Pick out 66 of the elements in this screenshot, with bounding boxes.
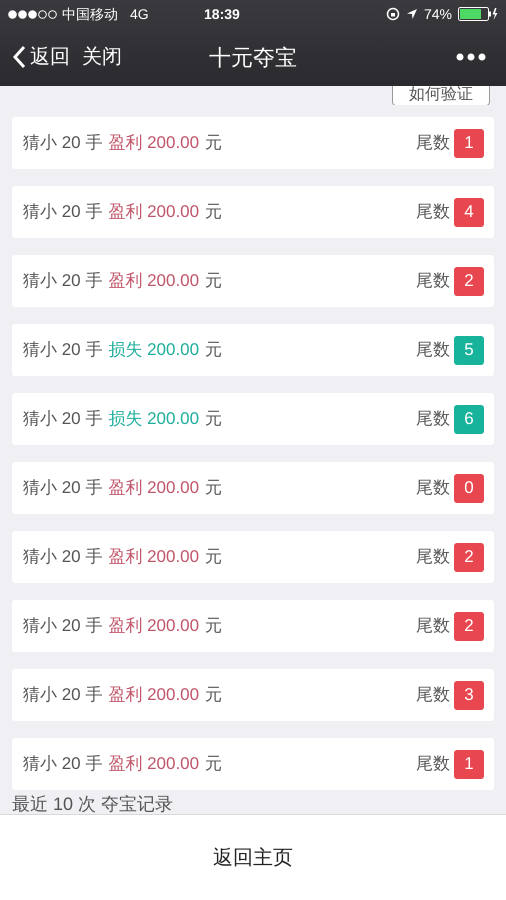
tail-label: 尾数 [416, 339, 450, 362]
chevron-left-icon [12, 45, 26, 69]
unit-label: 元 [205, 753, 222, 776]
verify-button[interactable]: 如何验证 [392, 86, 490, 105]
bet-label: 猜小 20 手 [23, 477, 102, 500]
tail-label: 尾数 [416, 477, 450, 500]
battery-percent-text: 74% [424, 4, 452, 24]
close-link[interactable]: 关闭 [82, 42, 122, 72]
unit-label: 元 [205, 477, 222, 500]
tail-label: 尾数 [416, 132, 450, 154]
home-button[interactable]: 返回主页 [205, 842, 301, 872]
more-icon[interactable] [456, 53, 486, 61]
back-button[interactable]: 返回 [12, 42, 70, 72]
bet-label: 猜小 20 手 [23, 753, 102, 776]
clock-text: 18:39 [204, 4, 240, 24]
bet-label: 猜小 20 手 [23, 408, 102, 430]
tail-digit-badge: 1 [454, 128, 484, 158]
result-amount: 损失 200.00 [108, 408, 200, 430]
unit-label: 元 [205, 546, 222, 568]
tail-digit-badge: 1 [454, 750, 484, 778]
unit-label: 元 [205, 339, 222, 362]
tail-digit-badge: 2 [454, 542, 484, 572]
tail-label: 尾数 [416, 546, 450, 568]
tail-label: 尾数 [416, 615, 450, 638]
bet-label: 猜小 20 手 [23, 546, 102, 568]
bet-label: 猜小 20 手 [23, 684, 102, 706]
result-amount: 盈利 200.00 [108, 615, 200, 638]
tail-digit-badge: 3 [454, 680, 484, 710]
tail-label: 尾数 [416, 270, 450, 292]
signal-icon [8, 10, 58, 18]
unit-label: 元 [205, 615, 222, 638]
tail-label: 尾数 [416, 201, 450, 224]
bet-label: 猜小 20 手 [23, 615, 102, 638]
unit-label: 元 [205, 270, 222, 292]
unit-label: 元 [205, 201, 222, 224]
result-amount: 盈利 200.00 [108, 477, 200, 500]
result-amount: 盈利 200.00 [108, 270, 200, 292]
tail-label: 尾数 [416, 753, 450, 776]
tail-digit-badge: 2 [454, 612, 484, 640]
unit-label: 元 [205, 408, 222, 430]
network-text: 4G [130, 4, 149, 24]
tail-label: 尾数 [416, 408, 450, 430]
result-amount: 盈利 200.00 [108, 132, 200, 154]
location-arrow-icon [406, 8, 418, 20]
tail-digit-badge: 6 [454, 404, 484, 434]
result-amount: 盈利 200.00 [108, 546, 200, 568]
bet-label: 猜小 20 手 [23, 201, 102, 224]
section-caption: 最近 10 次 夺宝记录 [12, 794, 174, 814]
result-amount: 损失 200.00 [108, 339, 200, 362]
tail-label: 尾数 [416, 684, 450, 706]
result-amount: 盈利 200.00 [108, 753, 200, 776]
bet-label: 猜小 20 手 [23, 339, 102, 362]
page-title: 十元夺宝 [209, 44, 297, 72]
carrier-text: 中国移动 [62, 4, 118, 24]
bet-label: 猜小 20 手 [23, 132, 102, 154]
result-amount: 盈利 200.00 [108, 201, 200, 224]
tail-digit-badge: 2 [454, 266, 484, 296]
unit-label: 元 [205, 132, 222, 154]
unit-label: 元 [205, 684, 222, 706]
battery-icon [458, 7, 498, 21]
result-amount: 盈利 200.00 [108, 684, 200, 706]
rotation-lock-icon [386, 7, 400, 21]
bet-label: 猜小 20 手 [23, 270, 102, 292]
tail-digit-badge: 0 [454, 474, 484, 502]
tail-digit-badge: 4 [454, 198, 484, 226]
tail-digit-badge: 5 [454, 336, 484, 364]
